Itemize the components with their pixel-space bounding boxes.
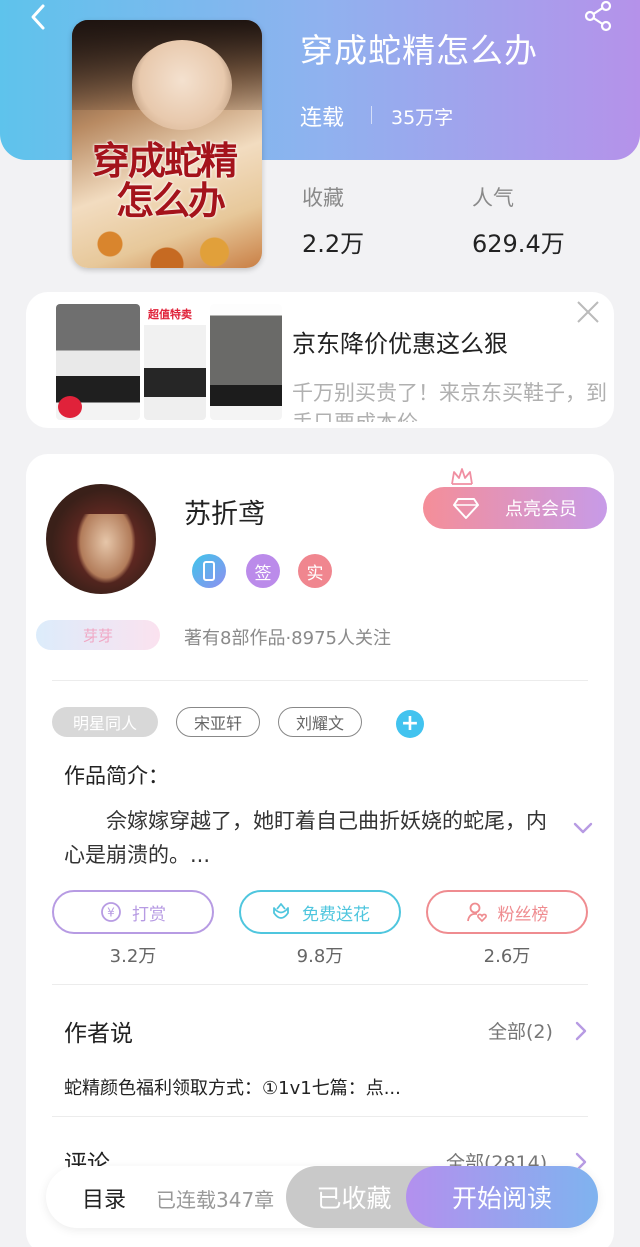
divider	[52, 984, 588, 985]
ad-description: 千万别买贵了！来京东买鞋子，到手只要成本价	[292, 381, 607, 422]
tip-button-label: 打赏	[132, 904, 166, 925]
crown-icon	[451, 468, 473, 485]
ad-image: 超值特卖	[56, 304, 284, 420]
cover-title-line2: 怎么办	[116, 178, 226, 223]
stat-value-popularity: 629.4万	[472, 230, 565, 258]
phone-badge-icon[interactable]	[192, 554, 226, 588]
svg-text:¥: ¥	[107, 906, 115, 920]
verified-badge[interactable]: 实	[298, 554, 332, 588]
tip-count: 3.2万	[109, 946, 157, 967]
diamond-icon	[453, 498, 479, 519]
intro-text[interactable]: 佘嫁嫁穿越了，她盯着自己曲折妖娆的蛇尾，内心是崩溃的。...	[64, 804, 564, 872]
divider	[52, 1116, 588, 1117]
author-says-text[interactable]: 蛇精颜色福利领取方式：①1v1七篇：点...	[64, 1074, 401, 1100]
book-cover[interactable]: 穿成蛇精 怎么办	[72, 20, 262, 268]
tag-genre[interactable]: 明星同人	[52, 707, 158, 737]
fan-ranking-button[interactable]: 粉丝榜	[426, 890, 588, 934]
chevron-down-icon[interactable]	[572, 820, 594, 836]
stat-value-favorites: 2.2万	[302, 230, 365, 258]
start-reading-button[interactable]: 开始阅读	[406, 1166, 598, 1228]
cover-art-face	[132, 40, 232, 130]
ad-shoe-image	[210, 304, 282, 420]
table-of-contents-button[interactable]: 目录	[82, 1182, 126, 1214]
fan-count: 2.6万	[483, 946, 531, 967]
flower-count: 9.8万	[296, 946, 344, 967]
add-tag-icon[interactable]: +	[396, 710, 424, 738]
tag-character[interactable]: 宋亚轩	[176, 707, 260, 737]
stat-label-favorites: 收藏	[302, 186, 344, 210]
chapter-count: 已连载347章	[156, 1188, 275, 1212]
ad-image-text: 超值特卖	[148, 308, 192, 321]
stat-label-popularity: 人气	[472, 186, 514, 210]
ad-title: 京东降价优惠这么狠	[292, 330, 508, 358]
book-detail-card: 苏折鸢 点亮会员 签 实 芽芽 著有8部作品·8975人关注 明星同人 宋亚轩 …	[26, 454, 614, 1247]
divider	[52, 680, 588, 681]
serial-status: 连载	[300, 106, 345, 131]
vip-button[interactable]: 点亮会员	[423, 487, 607, 529]
bottom-action-bar: 目录 已连载347章 已收藏 开始阅读	[46, 1166, 598, 1228]
coin-icon: ¥	[101, 902, 121, 922]
favorited-label: 已收藏	[316, 1184, 392, 1213]
tip-button[interactable]: ¥ 打赏	[52, 890, 214, 934]
ad-promo-badge	[58, 396, 82, 418]
back-icon[interactable]	[24, 2, 54, 32]
author-says-all-link[interactable]: 全部(2)	[488, 1017, 553, 1044]
author-level-tag: 芽芽	[36, 620, 160, 650]
user-heart-icon	[466, 902, 487, 923]
status-divider	[371, 106, 372, 124]
share-icon[interactable]	[582, 0, 614, 32]
author-name[interactable]: 苏折鸢	[184, 492, 265, 531]
author-says-heading: 作者说	[64, 1021, 133, 1047]
vip-button-label: 点亮会员	[505, 499, 577, 520]
signed-badge[interactable]: 签	[246, 554, 280, 588]
chevron-right-icon[interactable]	[574, 1020, 588, 1042]
word-count: 35万字	[391, 107, 454, 129]
send-flower-button[interactable]: 免费送花	[239, 890, 401, 934]
flower-icon	[273, 903, 289, 919]
book-title: 穿成蛇精怎么办	[300, 31, 538, 70]
avatar[interactable]	[46, 484, 156, 594]
fan-ranking-label: 粉丝榜	[497, 904, 549, 925]
author-meta: 著有8部作品·8975人关注	[184, 628, 391, 649]
close-icon[interactable]	[574, 298, 602, 326]
ad-banner[interactable]: 超值特卖 京东降价优惠这么狠 千万别买贵了！来京东买鞋子，到手只要成本价	[26, 292, 614, 428]
tag-character[interactable]: 刘耀文	[278, 707, 362, 737]
intro-heading: 作品简介：	[64, 764, 169, 788]
send-flower-label: 免费送花	[302, 904, 370, 925]
